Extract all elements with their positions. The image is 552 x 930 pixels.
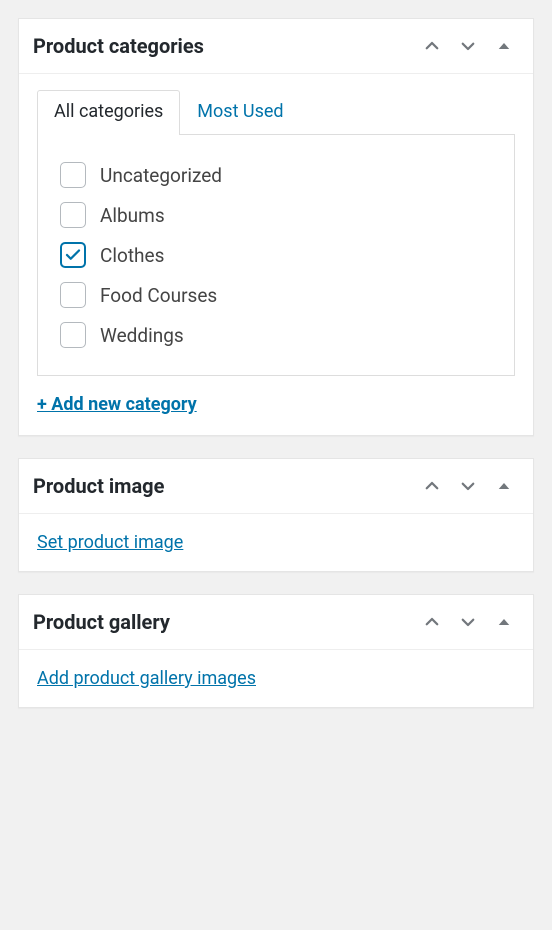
- checkbox-albums[interactable]: [60, 202, 86, 228]
- list-item: Food Courses: [60, 275, 492, 315]
- add-new-category-link[interactable]: + Add new category: [37, 394, 197, 415]
- panel-header: Product gallery: [19, 595, 533, 650]
- panel-controls: [417, 471, 519, 501]
- check-icon: [64, 246, 82, 264]
- move-up-button[interactable]: [417, 471, 447, 501]
- category-list-panel: Uncategorized Albums Clothes Food Course…: [37, 134, 515, 376]
- checkbox-food-courses[interactable]: [60, 282, 86, 308]
- list-item: Albums: [60, 195, 492, 235]
- panel-title: Product gallery: [33, 610, 417, 634]
- move-down-button[interactable]: [453, 471, 483, 501]
- panel-controls: [417, 607, 519, 637]
- panel-header: Product image: [19, 459, 533, 514]
- product-gallery-panel: Product gallery Add product gallery imag…: [18, 594, 534, 708]
- chevron-down-icon: [459, 37, 477, 55]
- category-label: Albums: [100, 204, 165, 227]
- category-tabs: All categories Most Used: [37, 90, 515, 135]
- list-item: Clothes: [60, 235, 492, 275]
- chevron-up-icon: [423, 477, 441, 495]
- category-label: Food Courses: [100, 284, 217, 307]
- tab-all-categories[interactable]: All categories: [37, 90, 180, 134]
- triangle-up-icon: [495, 37, 513, 55]
- chevron-up-icon: [423, 37, 441, 55]
- set-product-image-link[interactable]: Set product image: [37, 532, 183, 553]
- panel-body: All categories Most Used Uncategorized A…: [19, 74, 533, 435]
- triangle-up-icon: [495, 613, 513, 631]
- triangle-up-icon: [495, 477, 513, 495]
- checkbox-clothes[interactable]: [60, 242, 86, 268]
- list-item: Uncategorized: [60, 155, 492, 195]
- move-up-button[interactable]: [417, 607, 447, 637]
- move-up-button[interactable]: [417, 31, 447, 61]
- checkbox-weddings[interactable]: [60, 322, 86, 348]
- add-gallery-images-link[interactable]: Add product gallery images: [37, 668, 256, 689]
- move-down-button[interactable]: [453, 607, 483, 637]
- toggle-button[interactable]: [489, 471, 519, 501]
- toggle-button[interactable]: [489, 607, 519, 637]
- panel-body: Set product image: [19, 514, 533, 571]
- tab-most-used[interactable]: Most Used: [180, 90, 300, 134]
- chevron-down-icon: [459, 477, 477, 495]
- panel-body: Add product gallery images: [19, 650, 533, 707]
- chevron-down-icon: [459, 613, 477, 631]
- product-categories-panel: Product categories All categories Most U…: [18, 18, 534, 436]
- toggle-button[interactable]: [489, 31, 519, 61]
- chevron-up-icon: [423, 613, 441, 631]
- move-down-button[interactable]: [453, 31, 483, 61]
- list-item: Weddings: [60, 315, 492, 355]
- category-label: Uncategorized: [100, 164, 222, 187]
- panel-header: Product categories: [19, 19, 533, 74]
- checkbox-uncategorized[interactable]: [60, 162, 86, 188]
- category-list: Uncategorized Albums Clothes Food Course…: [60, 155, 492, 355]
- panel-title: Product categories: [33, 34, 417, 58]
- product-image-panel: Product image Set product image: [18, 458, 534, 572]
- panel-title: Product image: [33, 474, 417, 498]
- category-label: Clothes: [100, 244, 164, 267]
- category-label: Weddings: [100, 324, 184, 347]
- panel-controls: [417, 31, 519, 61]
